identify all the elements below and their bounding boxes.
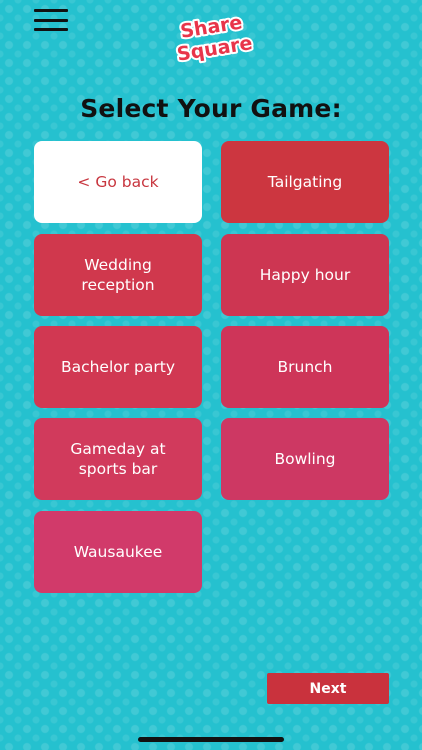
share-square-logo: Share Square xyxy=(162,8,264,68)
game-option-happy-hour[interactable]: Happy hour xyxy=(221,234,389,316)
next-button[interactable]: Next xyxy=(267,673,389,704)
game-option-brunch[interactable]: Brunch xyxy=(221,326,389,408)
game-option-wedding-reception[interactable]: Wedding reception xyxy=(34,234,202,316)
hamburger-menu-icon[interactable] xyxy=(34,9,68,31)
page-title: Select Your Game: xyxy=(80,94,342,123)
game-option-bachelor-party[interactable]: Bachelor party xyxy=(34,326,202,408)
game-option-gameday-at-sports-bar[interactable]: Gameday at sports bar xyxy=(34,418,202,500)
home-indicator[interactable] xyxy=(138,737,284,742)
game-option-tailgating[interactable]: Tailgating xyxy=(221,141,389,223)
game-option-bowling[interactable]: Bowling xyxy=(221,418,389,500)
go-back-button[interactable]: < Go back xyxy=(34,141,202,223)
game-option-wausaukee[interactable]: Wausaukee xyxy=(34,511,202,593)
